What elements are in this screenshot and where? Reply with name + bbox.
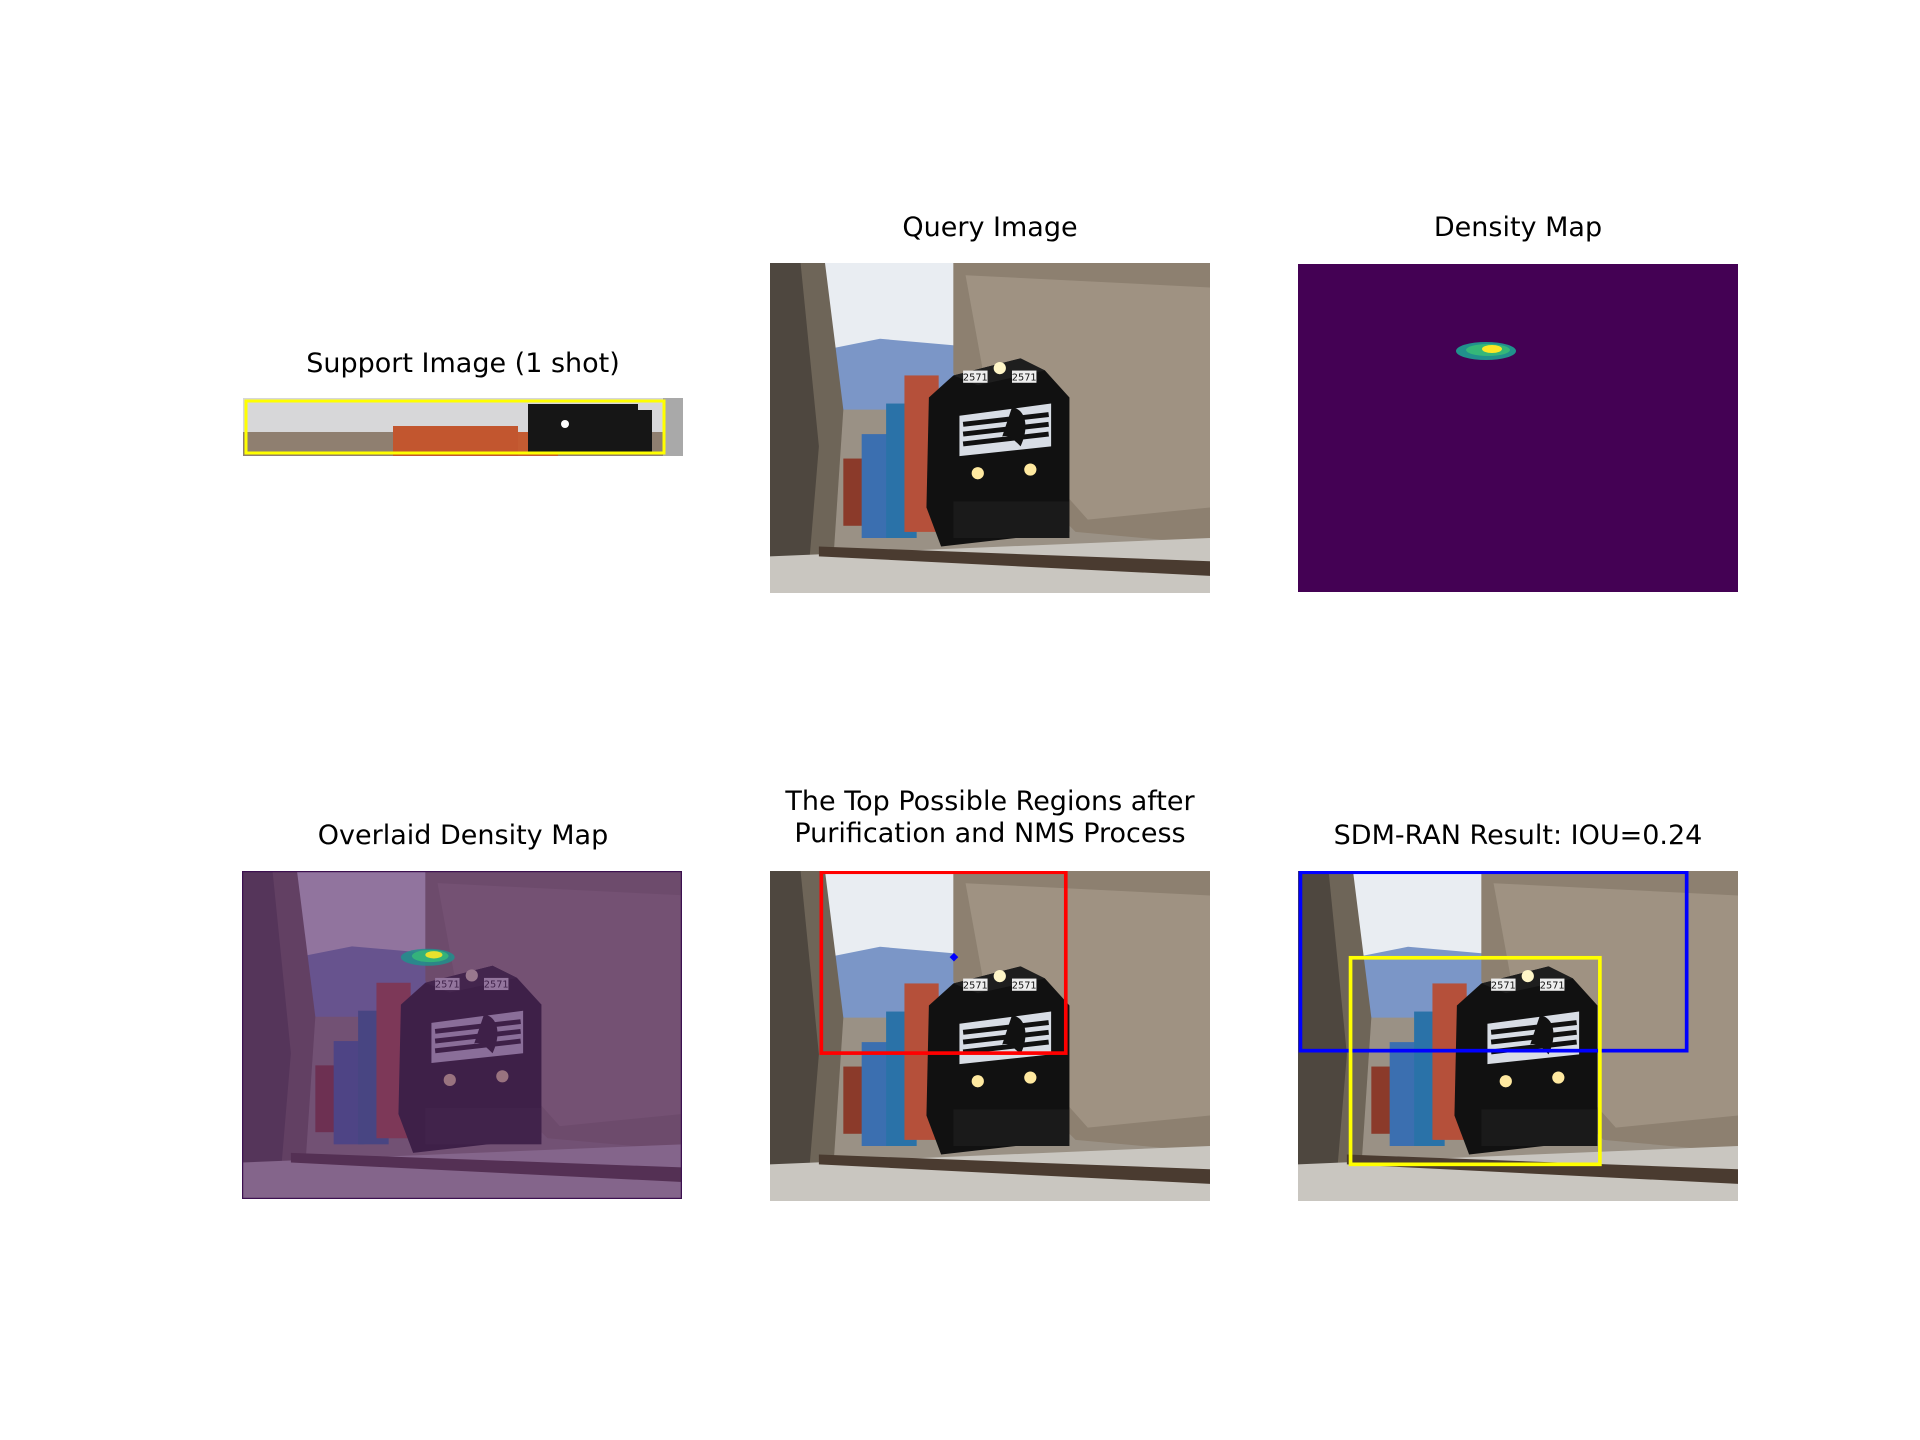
query-image: [770, 263, 1210, 593]
density-map-title: Density Map: [1433, 212, 1603, 243]
support-image-title: Support Image (1 shot): [306, 348, 620, 379]
top-regions-image: [770, 871, 1210, 1201]
density-map: [1298, 264, 1738, 592]
top-regions-title-line2: Purification and NMS Process: [794, 818, 1186, 849]
top-regions-title-line1: The Top Possible Regions after: [785, 786, 1195, 817]
top-regions-title: The Top Possible Regions after Purificat…: [740, 786, 1240, 850]
overlaid-density-map: [242, 871, 682, 1199]
result-title: SDM-RAN Result: IOU=0.24: [1333, 820, 1703, 851]
query-image-title: Query Image: [902, 212, 1078, 243]
overlaid-density-map-title: Overlaid Density Map: [317, 820, 609, 851]
result-image: [1298, 871, 1738, 1201]
support-image: [243, 398, 683, 456]
